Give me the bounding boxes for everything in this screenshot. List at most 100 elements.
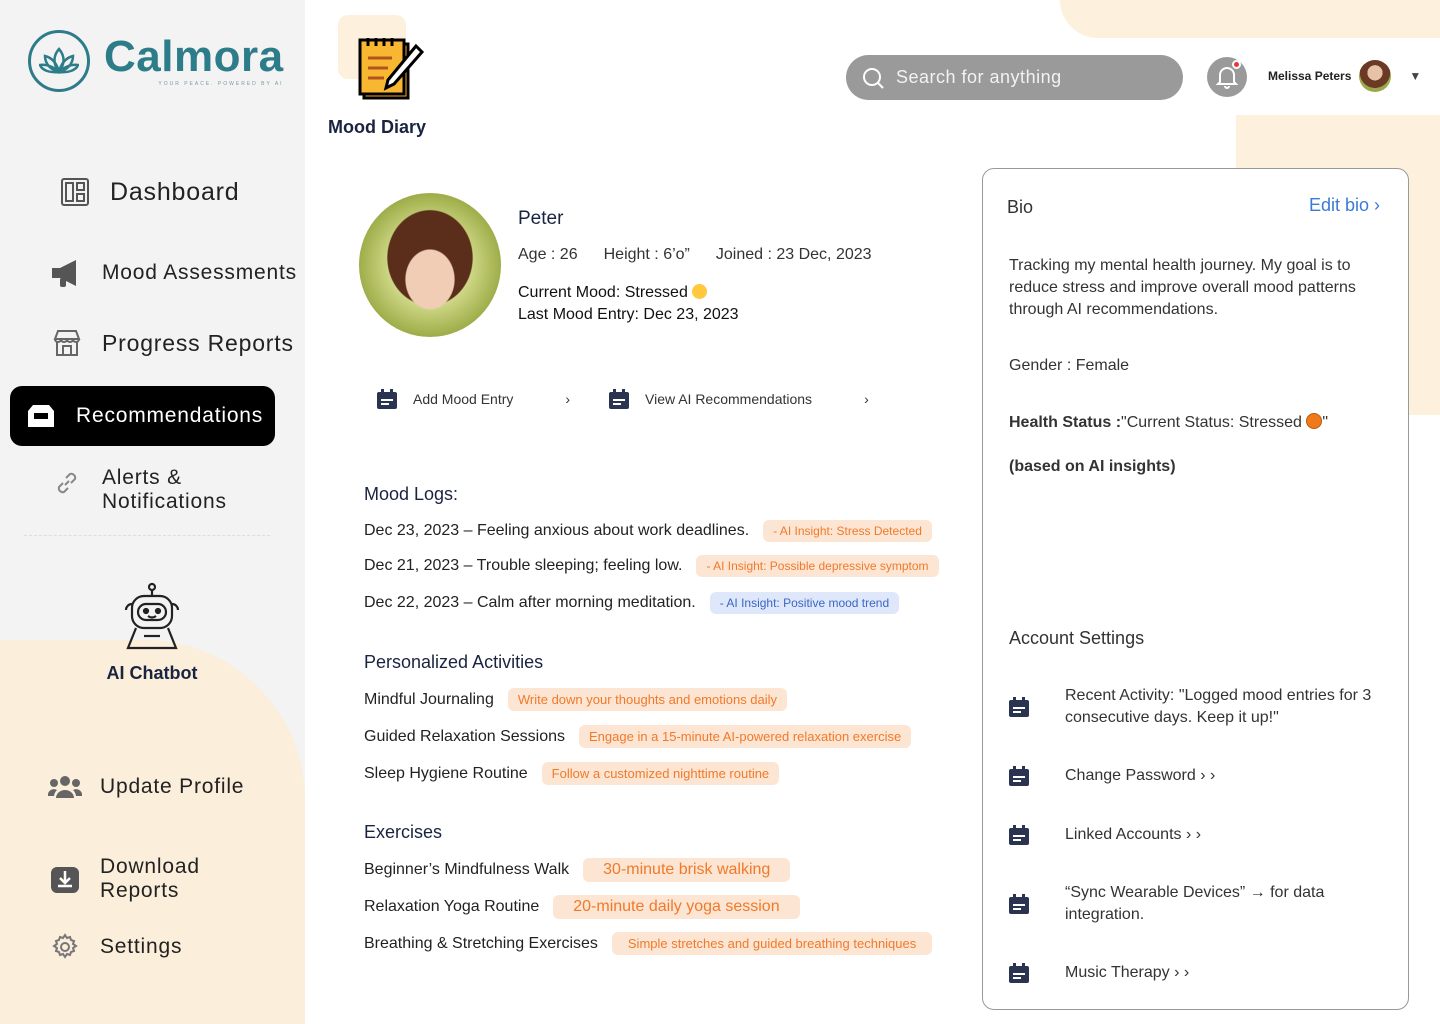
link-icon	[50, 466, 84, 500]
sidebar-item-label: Alerts & Notifications	[102, 466, 227, 513]
calendar-icon	[377, 389, 397, 409]
chevron-right-icon: ›	[864, 391, 869, 407]
avatar	[1359, 60, 1392, 92]
gender: Gender : Female	[1009, 357, 1130, 374]
health-status-close: "	[1322, 414, 1329, 431]
users-icon	[48, 770, 82, 804]
bio-panel: Bio Edit bio › Tracking my mental health…	[982, 168, 1409, 1010]
exercise-name: Breathing & Stretching Exercises	[364, 934, 598, 952]
search-bar[interactable]	[846, 55, 1183, 100]
sidebar-item-label: Settings	[100, 935, 183, 958]
exercise-name: Relaxation Yoga Routine	[364, 898, 540, 915]
brand-tagline: YOUR PEACE. POWERED BY AI	[158, 81, 284, 87]
sidebar-item-mood-assessments[interactable]: Mood Assessments	[50, 256, 297, 290]
mood-log-row: Dec 22, 2023 – Calm after morning medita…	[364, 592, 900, 614]
activity-row: Sleep Hygiene Routine Follow a customize…	[364, 762, 780, 785]
edit-bio-link[interactable]: Edit bio ›	[1309, 195, 1380, 216]
calendar-icon	[1009, 894, 1029, 914]
bio-text: Tracking my mental health journey. My go…	[1009, 257, 1356, 318]
download-icon	[48, 862, 82, 896]
activity-name: Sleep Hygiene Routine	[364, 764, 528, 782]
activity-badge: Engage in a 15-minute AI-powered relaxat…	[579, 725, 912, 748]
page-title: Mood Diary	[328, 117, 427, 137]
account-item-label: “Sync Wearable Devices” → for data integ…	[1065, 884, 1325, 923]
chevron-down-icon[interactable]: ▼	[1409, 69, 1421, 83]
sidebar-item-progress-reports[interactable]: Progress Reports	[50, 326, 294, 360]
sidebar-item-alerts[interactable]: Alerts & Notifications	[50, 466, 227, 514]
dashboard-icon	[58, 175, 92, 209]
account-item-linked-accounts[interactable]: Linked Accounts › ›	[1007, 824, 1400, 846]
mood-diary-logo: Mood Diary	[328, 38, 426, 138]
lotus-icon	[28, 30, 90, 92]
mood-log-row: Dec 21, 2023 – Trouble sleeping; feeling…	[364, 555, 939, 577]
profile-height: Height : 6’o”	[603, 246, 690, 263]
account-item-label: Change Password › ›	[1065, 767, 1216, 784]
calendar-icon	[1009, 766, 1029, 786]
user-name: Melissa Peters	[1268, 69, 1352, 83]
sidebar-item-update-profile[interactable]: Update Profile	[48, 770, 244, 804]
mood-log-text: Dec 23, 2023 – Feeling anxious about wor…	[364, 522, 750, 539]
mood-log-text: Dec 21, 2023 – Trouble sleeping; feeling…	[364, 557, 683, 574]
exercises-title: Exercises	[364, 822, 443, 842]
account-item-music-therapy[interactable]: Music Therapy › ›	[1007, 962, 1400, 984]
profile-name: Peter	[518, 208, 564, 229]
robot-icon	[124, 582, 180, 650]
exercise-row: Breathing & Stretching Exercises Simple …	[364, 932, 933, 955]
sidebar-item-download-reports[interactable]: Download Reports	[48, 855, 200, 903]
megaphone-icon	[50, 256, 84, 290]
ai-insight-badge: - AI Insight: Possible depressive sympto…	[696, 555, 939, 577]
mood-logs-title: Mood Logs:	[364, 484, 459, 504]
sidebar-item-label: Mood Assessments	[102, 261, 297, 284]
activities-title: Personalized Activities	[364, 652, 544, 672]
store-icon	[50, 326, 84, 360]
notification-dot	[1232, 60, 1241, 69]
calendar-icon	[1009, 825, 1029, 845]
mood-log-text: Dec 22, 2023 – Calm after morning medita…	[364, 594, 696, 611]
activity-badge: Follow a customized nighttime routine	[541, 762, 780, 785]
activity-row: Mindful Journaling Write down your thoug…	[364, 688, 788, 711]
exercise-badge: Simple stretches and guided breathing te…	[611, 932, 933, 955]
search-icon	[863, 67, 884, 89]
activity-badge: Write down your thoughts and emotions da…	[507, 688, 788, 711]
exercise-name: Beginner’s Mindfulness Walk	[364, 861, 570, 878]
notification-button[interactable]	[1207, 57, 1247, 97]
exercise-row: Beginner’s Mindfulness Walk 30-minute br…	[364, 858, 791, 882]
decor-blob-top	[1060, 0, 1440, 38]
mood-log-row: Dec 23, 2023 – Feeling anxious about wor…	[364, 520, 932, 542]
sidebar-item-label: Download Reports	[100, 855, 200, 902]
orange-circle-icon	[1306, 413, 1323, 429]
profile-meta: Age : 26 Height : 6’o” Joined : 23 Dec, …	[518, 246, 872, 264]
sidebar-item-dashboard[interactable]: Dashboard	[58, 175, 240, 209]
account-item-change-password[interactable]: Change Password › ›	[1007, 765, 1400, 787]
profile-mood: Current Mood: Stressed Last Mood Entry: …	[518, 282, 739, 326]
inbox-icon	[24, 399, 58, 433]
ai-insight-badge: - AI Insight: Stress Detected	[763, 520, 932, 542]
exercise-row: Relaxation Yoga Routine 20-minute daily …	[364, 895, 800, 919]
view-ai-recommendations-label: View AI Recommendations	[645, 391, 813, 407]
user-menu[interactable]: Melissa Peters ▼	[1268, 60, 1421, 92]
account-item-label: Linked Accounts › ›	[1065, 826, 1202, 843]
health-status: Health Status :"Current Status: Stressed…	[1009, 413, 1328, 432]
activity-row: Guided Relaxation Sessions Engage in a 1…	[364, 725, 912, 748]
profile-age: Age : 26	[518, 246, 578, 263]
bio-title: Bio	[1007, 197, 1034, 217]
brand-logo[interactable]: Calmora YOUR PEACE. POWERED BY AI	[28, 30, 284, 92]
exercise-badge: 20-minute daily yoga session	[553, 895, 800, 919]
ai-insight-badge: - AI Insight: Positive mood trend	[709, 592, 900, 614]
chevron-right-icon: ›	[565, 391, 571, 407]
sidebar-item-recommendations[interactable]: Recommendations	[10, 386, 275, 446]
account-item-sync-wearables[interactable]: “Sync Wearable Devices” → for data integ…	[1007, 882, 1400, 926]
add-mood-entry-button[interactable]: Add Mood Entry ›	[375, 388, 570, 410]
activity-name: Guided Relaxation Sessions	[364, 727, 566, 745]
brand-name: Calmora	[104, 32, 284, 81]
calendar-icon	[609, 389, 629, 409]
account-item-recent-activity[interactable]: Recent Activity: "Logged mood entries fo…	[1007, 685, 1400, 729]
search-input[interactable]	[896, 67, 1156, 88]
exercise-badge: 30-minute brisk walking	[583, 858, 791, 882]
gear-icon	[48, 930, 82, 964]
sidebar-item-label: Update Profile	[100, 775, 245, 798]
ai-chatbot[interactable]: AI Chatbot	[97, 582, 207, 684]
sidebar-item-settings[interactable]: Settings	[48, 930, 182, 964]
stressed-face-icon	[692, 284, 708, 299]
view-ai-recommendations-button[interactable]: View AI Recommendations ›	[607, 388, 869, 410]
